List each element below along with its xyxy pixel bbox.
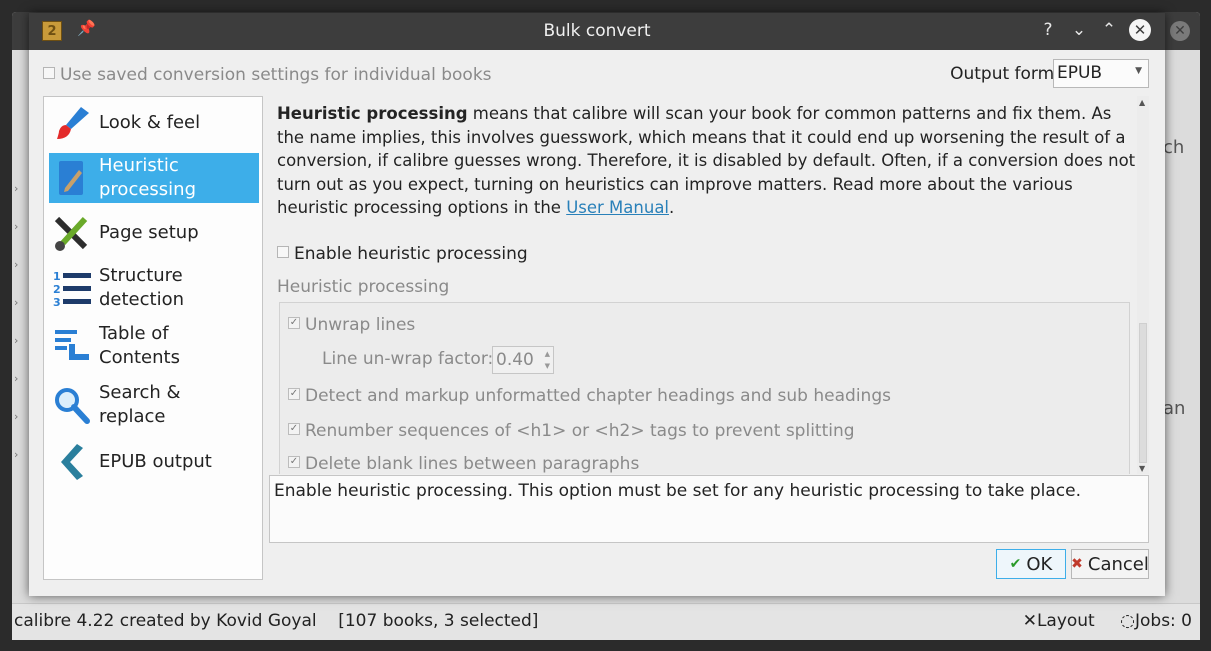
maximize-icon[interactable]: ⌃ <box>1098 19 1120 41</box>
minimize-icon[interactable]: ⌄ <box>1068 19 1090 41</box>
svg-text:2: 2 <box>53 283 61 296</box>
group-title: Heuristic processing <box>277 277 450 297</box>
help-text-box: Enable heuristic processing. This option… <box>269 475 1149 543</box>
output-format-value: EPUB <box>1057 63 1103 83</box>
checkmark-icon[interactable]: ✓ <box>288 456 300 468</box>
layout-icon: ✕ <box>1022 611 1037 631</box>
sidebar-item-label: Look & feel <box>99 112 201 133</box>
bulk-convert-dialog: 2 📌 Bulk convert ? ⌄ ⌃ ✕ Use saved conve… <box>29 13 1165 596</box>
layout-button[interactable]: ✕Layout <box>1023 611 1095 631</box>
detect-headings-checkbox[interactable]: ✓ Detect and markup unformatted chapter h… <box>288 386 891 406</box>
ok-button[interactable]: ✔ OK <box>996 549 1066 579</box>
spin-up-icon[interactable]: ▲ <box>545 350 550 358</box>
svg-text:1: 1 <box>53 270 61 283</box>
brush-icon <box>51 103 93 143</box>
sidebar-item-toc[interactable]: Table of Contents <box>49 321 259 371</box>
sidebar-item-label: EPUB output <box>99 451 212 472</box>
close-icon[interactable]: ✕ <box>1129 19 1151 41</box>
status-bar: calibre 4.22 created by Kovid Goyal [107… <box>12 603 1200 640</box>
heuristic-description: Heuristic processing means that calibre … <box>277 104 1136 217</box>
sidebar-item-label: Heuristic processing <box>99 155 197 200</box>
dialog-title: Bulk convert <box>543 21 651 41</box>
enable-heuristic-label: Enable heuristic processing <box>294 244 528 264</box>
checkmark-icon: ✔ <box>1009 556 1022 572</box>
cancel-button[interactable]: ✖ Cancel <box>1071 549 1149 579</box>
scroll-up-icon[interactable]: ▲ <box>1139 98 1145 107</box>
sidebar-item-label: Structure detection <box>99 265 185 310</box>
output-format-select[interactable]: EPUB ▼ <box>1053 59 1149 88</box>
use-saved-settings-checkbox[interactable]: Use saved conversion settings for indivi… <box>43 65 492 85</box>
sidebar-item-search-replace[interactable]: Search & replace <box>49 380 259 430</box>
checkmark-icon[interactable]: ✓ <box>288 423 300 435</box>
numbered-list-icon: 123 <box>51 268 93 309</box>
spinner-icon: ◌ <box>1120 611 1135 631</box>
use-saved-settings-label: Use saved conversion settings for indivi… <box>60 65 492 85</box>
scroll-down-icon[interactable]: ▼ <box>1139 464 1145 473</box>
main-close-icon[interactable]: ✕ <box>1170 21 1190 41</box>
magnifier-icon <box>51 385 93 425</box>
sidebar-item-epub-output[interactable]: EPUB output <box>49 441 259 483</box>
checkmark-icon[interactable]: ✓ <box>288 317 300 329</box>
delete-blank-lines-checkbox[interactable]: ✓ Delete blank lines between paragraphs <box>288 454 639 474</box>
renumber-headings-checkbox[interactable]: ✓ Renumber sequences of <h1> or <h2> tags… <box>288 421 855 441</box>
sidebar-item-heuristic[interactable]: Heuristic processing <box>49 153 259 203</box>
sidebar-item-structure[interactable]: 123 Structure detection <box>49 263 259 313</box>
desc-bold: Heuristic processing <box>277 104 468 123</box>
heuristic-panel: Heuristic processing means that calibre … <box>271 96 1149 474</box>
heuristic-options-group: ✓ Unwrap lines Line un-wrap factor: 0.40 … <box>279 302 1130 474</box>
bg-text-fragment: an <box>1163 398 1186 419</box>
user-manual-link[interactable]: User Manual <box>566 198 669 217</box>
sidebar-item-look-feel[interactable]: Look & feel <box>49 103 259 143</box>
pencil-icon <box>51 158 93 198</box>
checkmark-icon[interactable]: ✓ <box>288 388 300 400</box>
chevron-left-icon <box>51 442 93 482</box>
dialog-titlebar: 2 📌 Bulk convert ? ⌄ ⌃ ✕ <box>29 13 1165 50</box>
toc-icon <box>51 326 93 366</box>
content-scrollbar[interactable]: ▲ ▼ <box>1137 96 1149 474</box>
enable-heuristic-checkbox[interactable]: Enable heuristic processing <box>277 244 528 264</box>
help-icon[interactable]: ? <box>1037 19 1059 41</box>
settings-sidebar: Look & feel Heuristic processing Page se… <box>43 96 263 580</box>
unwrap-lines-checkbox[interactable]: ✓ Unwrap lines <box>288 315 415 335</box>
sidebar-item-label: Search & replace <box>99 382 181 427</box>
jobs-button[interactable]: ◌Jobs: 0 <box>1120 611 1192 631</box>
unwrap-factor-label: Line un-wrap factor: <box>322 349 494 369</box>
dropdown-arrow-icon: ▼ <box>1135 66 1142 76</box>
sidebar-item-label: Page setup <box>99 222 199 243</box>
bg-text-fragment: ch <box>1163 137 1185 158</box>
sidebar-item-label: Table of Contents <box>99 323 180 368</box>
checkbox-box[interactable] <box>277 246 289 258</box>
unwrap-factor-value: 0.40 <box>496 350 534 370</box>
checkbox-box[interactable] <box>43 67 55 79</box>
cancel-icon: ✖ <box>1071 556 1083 572</box>
unwrap-factor-spinbox[interactable]: 0.40 ▲ ▼ <box>492 346 554 374</box>
scrollbar-thumb[interactable] <box>1139 323 1147 463</box>
tree-expanders: › › › › › › › › <box>14 182 19 461</box>
svg-text:3: 3 <box>53 296 61 308</box>
status-text: calibre 4.22 created by Kovid Goyal [107… <box>14 611 539 631</box>
tools-icon <box>51 213 93 253</box>
sidebar-item-page-setup[interactable]: Page setup <box>49 213 259 253</box>
spin-down-icon[interactable]: ▼ <box>545 362 550 370</box>
